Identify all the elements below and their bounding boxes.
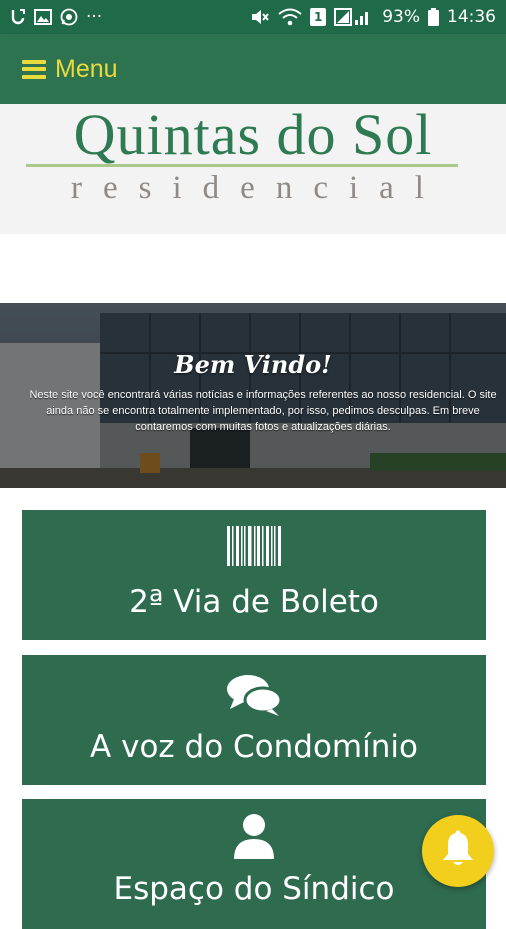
wifi-icon <box>278 8 302 26</box>
espaco-sindico-label: Espaço do Síndico <box>113 871 395 907</box>
sim-1-icon: 1 <box>310 8 327 26</box>
status-bar: ··· 1 93% 14:36 <box>0 0 506 34</box>
clock: 14:36 <box>447 7 496 27</box>
top-menu-bar: Menu <box>0 34 506 104</box>
welcome-banner: Bem Vindo! Neste site você encontrará vá… <box>0 303 506 488</box>
voz-condominio-label: A voz do Condomínio <box>90 729 418 765</box>
whatsapp-icon <box>60 8 78 26</box>
boleto-label: 2ª Via de Boleto <box>129 584 379 620</box>
logo-divider <box>26 164 458 167</box>
mute-icon <box>250 8 270 26</box>
voz-condominio-button[interactable]: A voz do Condomínio <box>22 655 486 785</box>
hamburger-icon <box>22 59 46 79</box>
comments-icon <box>22 673 486 717</box>
bell-icon <box>441 830 475 873</box>
battery-icon <box>428 8 439 26</box>
menu-button[interactable]: Menu <box>22 55 118 84</box>
more-dots-icon: ··· <box>86 7 103 27</box>
status-bar-right: 1 93% 14:36 <box>240 7 506 27</box>
battery-percent: 93% <box>382 7 420 27</box>
boleto-button[interactable]: 2ª Via de Boleto <box>22 510 486 640</box>
status-bar-left: ··· <box>0 7 112 27</box>
banner-title: Bem Vindo! <box>174 350 332 379</box>
espaco-sindico-button[interactable]: Espaço do Síndico <box>22 799 486 929</box>
menu-label: Menu <box>55 54 118 83</box>
logo-title: Quintas do Sol <box>73 104 433 167</box>
logo-subtitle: residencial <box>71 170 445 206</box>
image-icon <box>34 9 52 25</box>
notification-bell-button[interactable] <box>422 815 494 887</box>
barcode-icon <box>22 526 486 566</box>
banner-text: Neste site você encontrará várias notíci… <box>29 389 497 433</box>
site-logo: Quintas do Sol residencial <box>0 104 506 234</box>
user-icon <box>22 813 486 859</box>
data-usage-icon <box>10 8 26 26</box>
signal-icon <box>334 8 374 26</box>
